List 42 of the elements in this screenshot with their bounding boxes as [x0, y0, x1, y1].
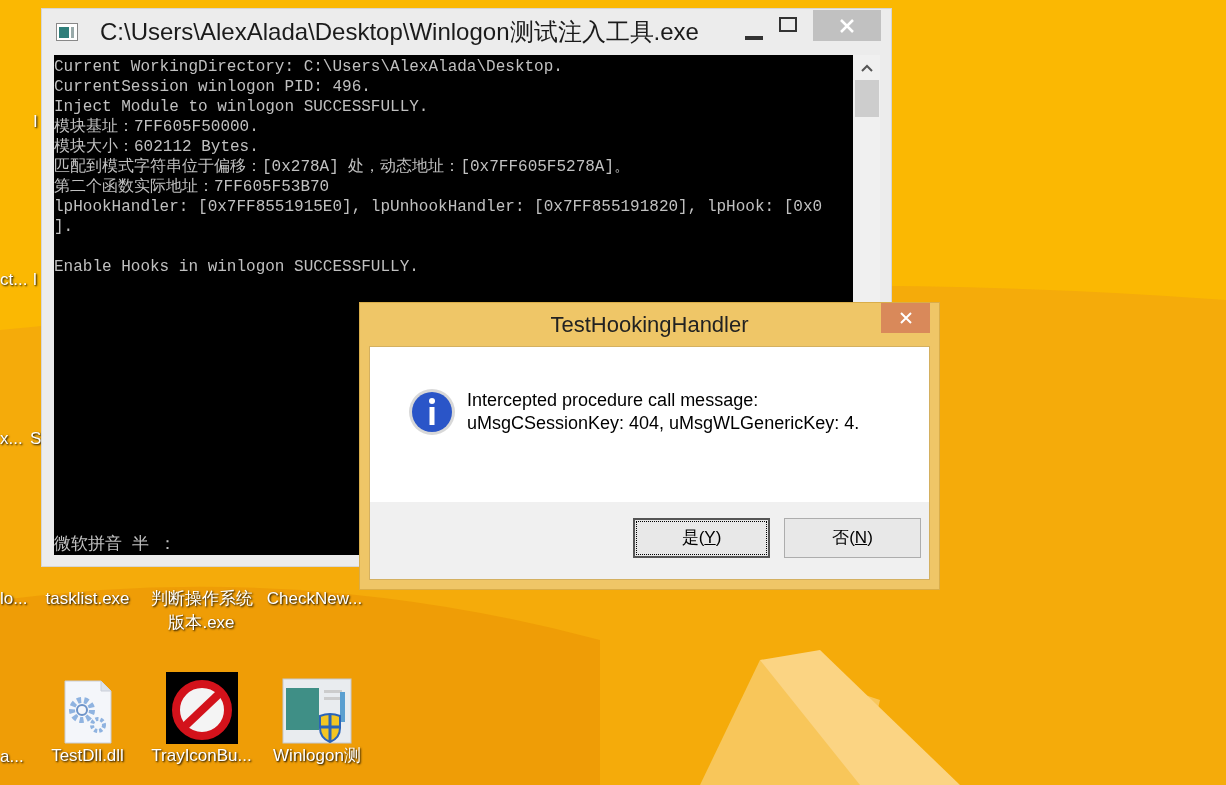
desktop-icon-label[interactable]: tasklist.exe: [31, 587, 144, 611]
console-line: ].: [54, 217, 74, 237]
close-icon: [840, 18, 854, 33]
console-line: 模块大小：602112 Bytes.: [54, 137, 259, 157]
close-icon: [899, 312, 912, 324]
scrollbar-thumb[interactable]: [854, 80, 879, 117]
desktop-icon-label[interactable]: x...: [0, 427, 30, 451]
console-line: Current WorkingDirectory: C:\Users\AlexAlada\Desktop.: [54, 57, 563, 77]
close-button[interactable]: [813, 10, 881, 41]
desktop-icon-label[interactable]: l: [33, 268, 40, 292]
console-line: lpHookHandler: [0x7FF8551915E0], lpUnhookHandler: [0x7FF855191820], lpHook: [0x0: [54, 197, 823, 217]
console-app-icon: [56, 23, 78, 41]
desktop-icon-label[interactable]: lo...: [0, 587, 30, 611]
info-icon: [408, 388, 456, 436]
window-title: C:\Users\AlexAlada\Desktop\Winlogon测试注入工具.exe: [100, 17, 699, 47]
scroll-up-icon[interactable]: [860, 64, 873, 72]
console-line: 匹配到模式字符串位于偏移：[0x278A] 处，动态地址：[0x7FF605F5278A]。: [54, 157, 631, 177]
desktop-icon-label[interactable]: 判断操作系统版本.exe: [145, 587, 258, 635]
message-text: Intercepted procedure call message:: [467, 389, 760, 412]
desktop-icon-label[interactable]: ct...: [0, 268, 30, 292]
message-text: uMsgCSessionKey: 404, uMsgWLGenericKey: 4.: [467, 412, 860, 435]
dialog-title: TestHookingHandler: [550, 311, 749, 339]
desktop-icon-label[interactable]: TestDll.dll: [31, 744, 144, 768]
desktop-icon-label[interactable]: a...: [0, 745, 30, 769]
desktop-icon-label[interactable]: Winlogon测: [258, 744, 376, 768]
console-line: CurrentSession winlogon PID: 496.: [54, 77, 371, 97]
ime-status: 微软拼音 半 ：: [54, 535, 177, 555]
app-window-shield-icon: [282, 678, 352, 744]
desktop-icon-label[interactable]: S: [30, 427, 41, 451]
gear-file-icon: [62, 680, 113, 744]
console-line: Inject Module to winlogon SUCCESSFULLY.: [54, 97, 429, 117]
console-line: 模块基址：7FF605F50000.: [54, 117, 259, 137]
console-line: Enable Hooks in winlogon SUCCESSFULLY.: [54, 257, 419, 277]
desktop-icon-label[interactable]: I: [33, 110, 40, 134]
console-line: 第二个函数实际地址：7FF605F53B70: [54, 177, 330, 197]
desktop-icon-label[interactable]: TrayIconBu...: [145, 744, 258, 768]
no-symbol-icon: [165, 672, 238, 744]
close-button[interactable]: [881, 303, 930, 333]
maximize-icon[interactable]: [779, 17, 797, 32]
desktop-icon-label[interactable]: CheckNew...: [258, 587, 371, 611]
dialog-button[interactable]: 否(N): [784, 518, 921, 558]
dialog-button[interactable]: 是(Y): [633, 518, 770, 558]
